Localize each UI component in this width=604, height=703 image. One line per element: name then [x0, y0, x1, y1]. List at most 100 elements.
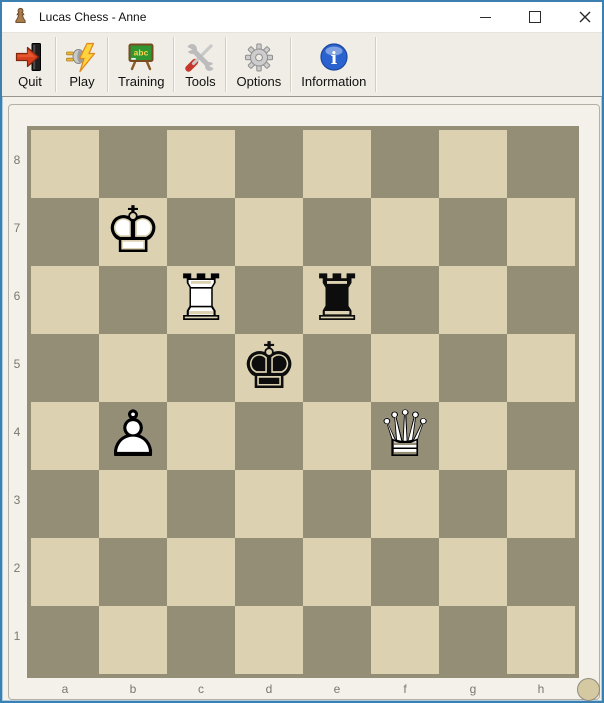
window-title: Lucas Chess - Anne — [39, 10, 146, 24]
piece-black-king-d5[interactable]: ♚ — [235, 334, 303, 402]
square-c5[interactable] — [167, 334, 235, 402]
square-a3[interactable] — [31, 470, 99, 538]
square-b6[interactable] — [99, 266, 167, 334]
options-gear-icon — [243, 42, 275, 73]
rank-label-5: 5 — [9, 330, 25, 398]
square-h2[interactable] — [507, 538, 575, 606]
turn-indicator[interactable] — [577, 678, 600, 701]
rank-label-3: 3 — [9, 466, 25, 534]
square-g1[interactable] — [439, 606, 507, 674]
file-label-a: a — [31, 680, 99, 698]
play-label: Play — [69, 74, 94, 89]
square-h1[interactable] — [507, 606, 575, 674]
information-button[interactable]: i Information — [292, 33, 375, 96]
window-controls — [468, 2, 602, 32]
quit-button[interactable]: Quit — [5, 33, 55, 96]
square-h5[interactable] — [507, 334, 575, 402]
square-e2[interactable] — [303, 538, 371, 606]
svg-text:i: i — [331, 49, 338, 69]
square-d8[interactable] — [235, 130, 303, 198]
square-d6[interactable] — [235, 266, 303, 334]
maximize-button[interactable] — [518, 2, 552, 32]
square-g6[interactable] — [439, 266, 507, 334]
square-e4[interactable] — [303, 402, 371, 470]
square-f2[interactable] — [371, 538, 439, 606]
square-c4[interactable] — [167, 402, 235, 470]
training-label: Training — [118, 74, 164, 89]
close-icon — [579, 11, 591, 23]
square-a4[interactable] — [31, 402, 99, 470]
square-d3[interactable] — [235, 470, 303, 538]
square-g8[interactable] — [439, 130, 507, 198]
square-g3[interactable] — [439, 470, 507, 538]
piece-white-rook-c6[interactable]: ♜♖ — [167, 266, 235, 334]
lucas-chess-window: { "window": { "title": "Lucas Chess - An… — [0, 0, 604, 703]
training-button[interactable]: abc Training — [109, 33, 173, 96]
square-e7[interactable] — [303, 198, 371, 266]
close-button[interactable] — [568, 2, 602, 32]
square-b8[interactable] — [99, 130, 167, 198]
square-f7[interactable] — [371, 198, 439, 266]
square-c3[interactable] — [167, 470, 235, 538]
file-label-d: d — [235, 680, 303, 698]
square-f6[interactable] — [371, 266, 439, 334]
square-b2[interactable] — [99, 538, 167, 606]
square-g5[interactable] — [439, 334, 507, 402]
information-label: Information — [301, 74, 366, 89]
toolbar-separator — [375, 37, 377, 92]
piece-white-pawn-b4[interactable]: ♟♙ — [99, 402, 167, 470]
file-label-h: h — [507, 680, 575, 698]
square-g7[interactable] — [439, 198, 507, 266]
square-e3[interactable] — [303, 470, 371, 538]
square-a1[interactable] — [31, 606, 99, 674]
square-a6[interactable] — [31, 266, 99, 334]
square-e8[interactable] — [303, 130, 371, 198]
square-e5[interactable] — [303, 334, 371, 402]
square-d7[interactable] — [235, 198, 303, 266]
square-c8[interactable] — [167, 130, 235, 198]
square-d4[interactable] — [235, 402, 303, 470]
quit-label: Quit — [18, 74, 42, 89]
square-g2[interactable] — [439, 538, 507, 606]
square-f5[interactable] — [371, 334, 439, 402]
maximize-icon — [529, 11, 541, 23]
square-b3[interactable] — [99, 470, 167, 538]
square-a5[interactable] — [31, 334, 99, 402]
square-a8[interactable] — [31, 130, 99, 198]
square-g4[interactable] — [439, 402, 507, 470]
square-h3[interactable] — [507, 470, 575, 538]
file-label-f: f — [371, 680, 439, 698]
square-b1[interactable] — [99, 606, 167, 674]
play-button[interactable]: Play — [57, 33, 107, 96]
square-e1[interactable] — [303, 606, 371, 674]
square-b5[interactable] — [99, 334, 167, 402]
file-label-g: g — [439, 680, 507, 698]
square-c7[interactable] — [167, 198, 235, 266]
square-h4[interactable] — [507, 402, 575, 470]
tools-button[interactable]: Tools — [175, 33, 225, 96]
square-a2[interactable] — [31, 538, 99, 606]
square-c2[interactable] — [167, 538, 235, 606]
piece-black-rook-e6[interactable]: ♜ — [303, 266, 371, 334]
square-f1[interactable] — [371, 606, 439, 674]
square-f3[interactable] — [371, 470, 439, 538]
file-label-c: c — [167, 680, 235, 698]
chess-board: ♚♔♜♖ ♜♚ ♟♙ ♛♕ — [27, 126, 579, 678]
rank-label-7: 7 — [9, 194, 25, 262]
square-h6[interactable] — [507, 266, 575, 334]
minimize-button[interactable] — [468, 2, 502, 32]
square-h8[interactable] — [507, 130, 575, 198]
pawn-icon — [13, 7, 28, 27]
square-h7[interactable] — [507, 198, 575, 266]
minimize-icon — [480, 17, 491, 18]
file-label-e: e — [303, 680, 371, 698]
square-a7[interactable] — [31, 198, 99, 266]
piece-white-queen-f4[interactable]: ♛♕ — [371, 402, 439, 470]
play-plug-lightning-icon — [66, 42, 98, 73]
square-f8[interactable] — [371, 130, 439, 198]
square-d1[interactable] — [235, 606, 303, 674]
piece-white-king-b7[interactable]: ♚♔ — [99, 198, 167, 266]
square-c1[interactable] — [167, 606, 235, 674]
square-d2[interactable] — [235, 538, 303, 606]
options-button[interactable]: Options — [227, 33, 290, 96]
